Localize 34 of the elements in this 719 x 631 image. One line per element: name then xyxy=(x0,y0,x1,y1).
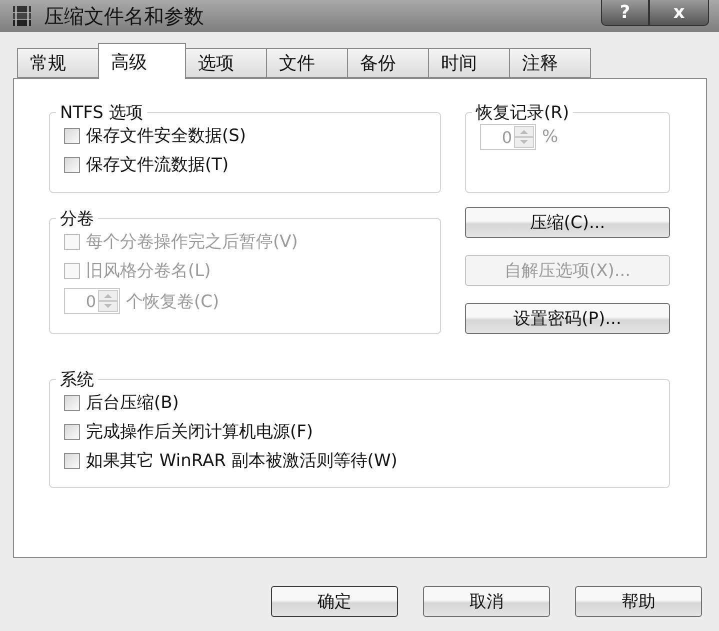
dialog-button[interactable]: 确定 xyxy=(271,586,398,617)
archive-books-icon xyxy=(10,4,34,28)
dialog-button[interactable]: 帮助 xyxy=(575,586,702,617)
checkbox-label: 如果其它 WinRAR 副本被激活则等待(W) xyxy=(86,450,398,472)
tab[interactable]: 选项 xyxy=(185,48,267,78)
spin-unit: % xyxy=(542,127,558,147)
checkbox[interactable] xyxy=(64,128,80,144)
tab[interactable]: 时间 xyxy=(428,48,510,78)
tab[interactable]: 高级 xyxy=(98,43,186,79)
group-title: NTFS 选项 xyxy=(59,102,144,124)
tab[interactable]: 注释 xyxy=(509,48,591,78)
help-button[interactable]: ? xyxy=(601,0,649,26)
checkbox-label: 完成操作后关闭计算机电源(F) xyxy=(86,421,314,443)
checkbox-label: 后台压缩(B) xyxy=(86,392,179,414)
tab[interactable]: 文件 xyxy=(266,48,348,78)
window-title: 压缩文件名和参数 xyxy=(44,2,205,30)
dialog-button[interactable]: 压缩(C)... xyxy=(465,207,670,238)
checkbox[interactable] xyxy=(64,452,80,468)
tab[interactable]: 常规 xyxy=(17,48,99,78)
tab[interactable]: 备份 xyxy=(347,48,429,78)
group-title: 系统 xyxy=(59,369,95,391)
dialog-button[interactable]: 取消 xyxy=(423,586,550,617)
checkbox[interactable] xyxy=(64,156,80,172)
checkbox-label: 旧风格分卷名(L) xyxy=(86,260,211,282)
group-title: 恢复记录(R) xyxy=(474,102,570,124)
checkbox-label: 每个分卷操作完之后暂停(V) xyxy=(86,231,298,253)
checkbox-label: 保存文件安全数据(S) xyxy=(86,125,246,147)
checkbox[interactable] xyxy=(64,394,80,410)
checkbox[interactable] xyxy=(64,424,80,440)
group-title: 分卷 xyxy=(59,208,95,230)
dialog-button[interactable]: 设置密码(P)... xyxy=(465,303,670,334)
close-button[interactable]: x xyxy=(649,0,709,26)
checkbox-label: 保存文件流数据(T) xyxy=(86,154,229,176)
spin-unit: 个恢复卷(C) xyxy=(126,290,220,312)
